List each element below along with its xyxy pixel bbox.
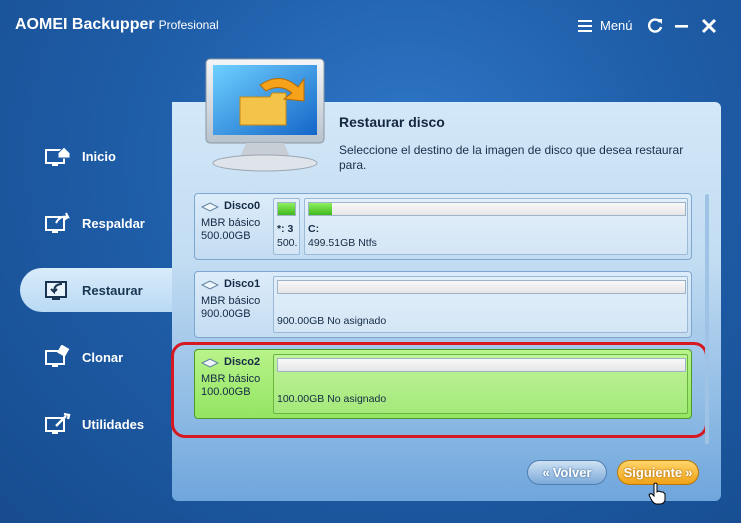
selection-highlight — [171, 342, 708, 438]
partition-usage-bar — [277, 280, 686, 294]
partition-usage-fill — [278, 203, 295, 215]
chevron-left-icon: « — [542, 465, 550, 480]
partition-c[interactable]: C: 499.51GB Ntfs — [304, 198, 688, 255]
back-button[interactable]: « Volver — [527, 460, 607, 485]
restore-icon — [45, 281, 67, 300]
menu-label: Menú — [600, 18, 633, 33]
refresh-button[interactable] — [645, 16, 665, 36]
sidebar-item-label: Restaurar — [82, 282, 143, 298]
menu-button[interactable]: Menú — [578, 18, 633, 33]
disk-info: Disco0 MBR básico 500.00GB — [201, 200, 260, 243]
tools-icon — [45, 412, 71, 434]
disk-info: Disco1 MBR básico 900.00GB — [201, 278, 260, 321]
partition-size: 499.51GB Ntfs — [308, 237, 377, 249]
minimize-button[interactable] — [672, 16, 692, 36]
sidebar-item-label: Utilidades — [82, 416, 145, 432]
restore-monitor-icon — [205, 58, 325, 172]
app-title: AOMEI Backupper Profesional — [15, 16, 219, 34]
next-button-label: Siguiente — [623, 465, 683, 480]
home-icon — [45, 146, 71, 166]
disk-type: MBR básico — [201, 217, 261, 229]
app-edition: Profesional — [158, 18, 219, 32]
hand-cursor-icon — [648, 482, 666, 505]
sidebar-item-utilidades[interactable]: Utilidades — [20, 402, 180, 446]
sidebar-item-label: Respaldar — [82, 215, 145, 231]
disk-list-scrollbar[interactable] — [705, 194, 709, 444]
partition-size: 500. — [277, 237, 298, 249]
title-bar: AOMEI Backupper Profesional Menú — [0, 0, 741, 52]
disk-row-disco0[interactable]: Disco0 MBR básico 500.00GB *: 3 500. C: … — [194, 193, 692, 260]
disk-type: MBR básico — [201, 295, 261, 307]
disk-size: 900.00GB — [201, 308, 251, 320]
sidebar-item-restaurar[interactable]: Restaurar — [20, 268, 180, 312]
partition-usage-bar — [277, 202, 296, 216]
sidebar-item-label: Clonar — [82, 349, 124, 365]
disk-size: 500.00GB — [201, 230, 251, 242]
clone-icon — [45, 345, 70, 367]
page-title: Restaurar disco — [339, 114, 445, 130]
back-button-label: Volver — [552, 465, 592, 480]
disk-icon — [201, 201, 219, 212]
sidebar-item-clonar[interactable]: Clonar — [20, 335, 180, 379]
disk-icon — [201, 279, 219, 290]
backup-icon — [45, 212, 70, 233]
disk-row-disco1[interactable]: Disco1 MBR básico 900.00GB 900.00GB No a… — [194, 271, 692, 338]
partition-usage-fill — [309, 203, 332, 215]
partition-label: *: 3 — [277, 223, 294, 235]
disk-name: Disco0 — [201, 200, 260, 213]
close-icon — [701, 18, 717, 34]
sidebar-item-respaldar[interactable]: Respaldar — [20, 201, 180, 245]
close-button[interactable] — [699, 16, 719, 36]
refresh-icon — [648, 18, 663, 33]
minimize-icon — [675, 25, 688, 28]
partition-system[interactable]: *: 3 500. — [273, 198, 300, 255]
app-name: AOMEI Backupper — [15, 16, 155, 33]
sidebar-item-label: Inicio — [82, 148, 116, 164]
partition-usage-bar — [308, 202, 686, 216]
page-description: Seleccione el destino de la imagen de di… — [339, 143, 684, 172]
partition-label: 900.00GB No asignado — [277, 315, 387, 327]
chevron-right-icon: » — [685, 465, 693, 480]
disk-name: Disco1 — [201, 278, 260, 291]
partition-label: C: — [308, 223, 320, 235]
sidebar-item-inicio[interactable]: Inicio — [20, 134, 180, 178]
partition-unallocated[interactable]: 900.00GB No asignado — [273, 276, 688, 333]
menu-icon — [578, 19, 592, 32]
